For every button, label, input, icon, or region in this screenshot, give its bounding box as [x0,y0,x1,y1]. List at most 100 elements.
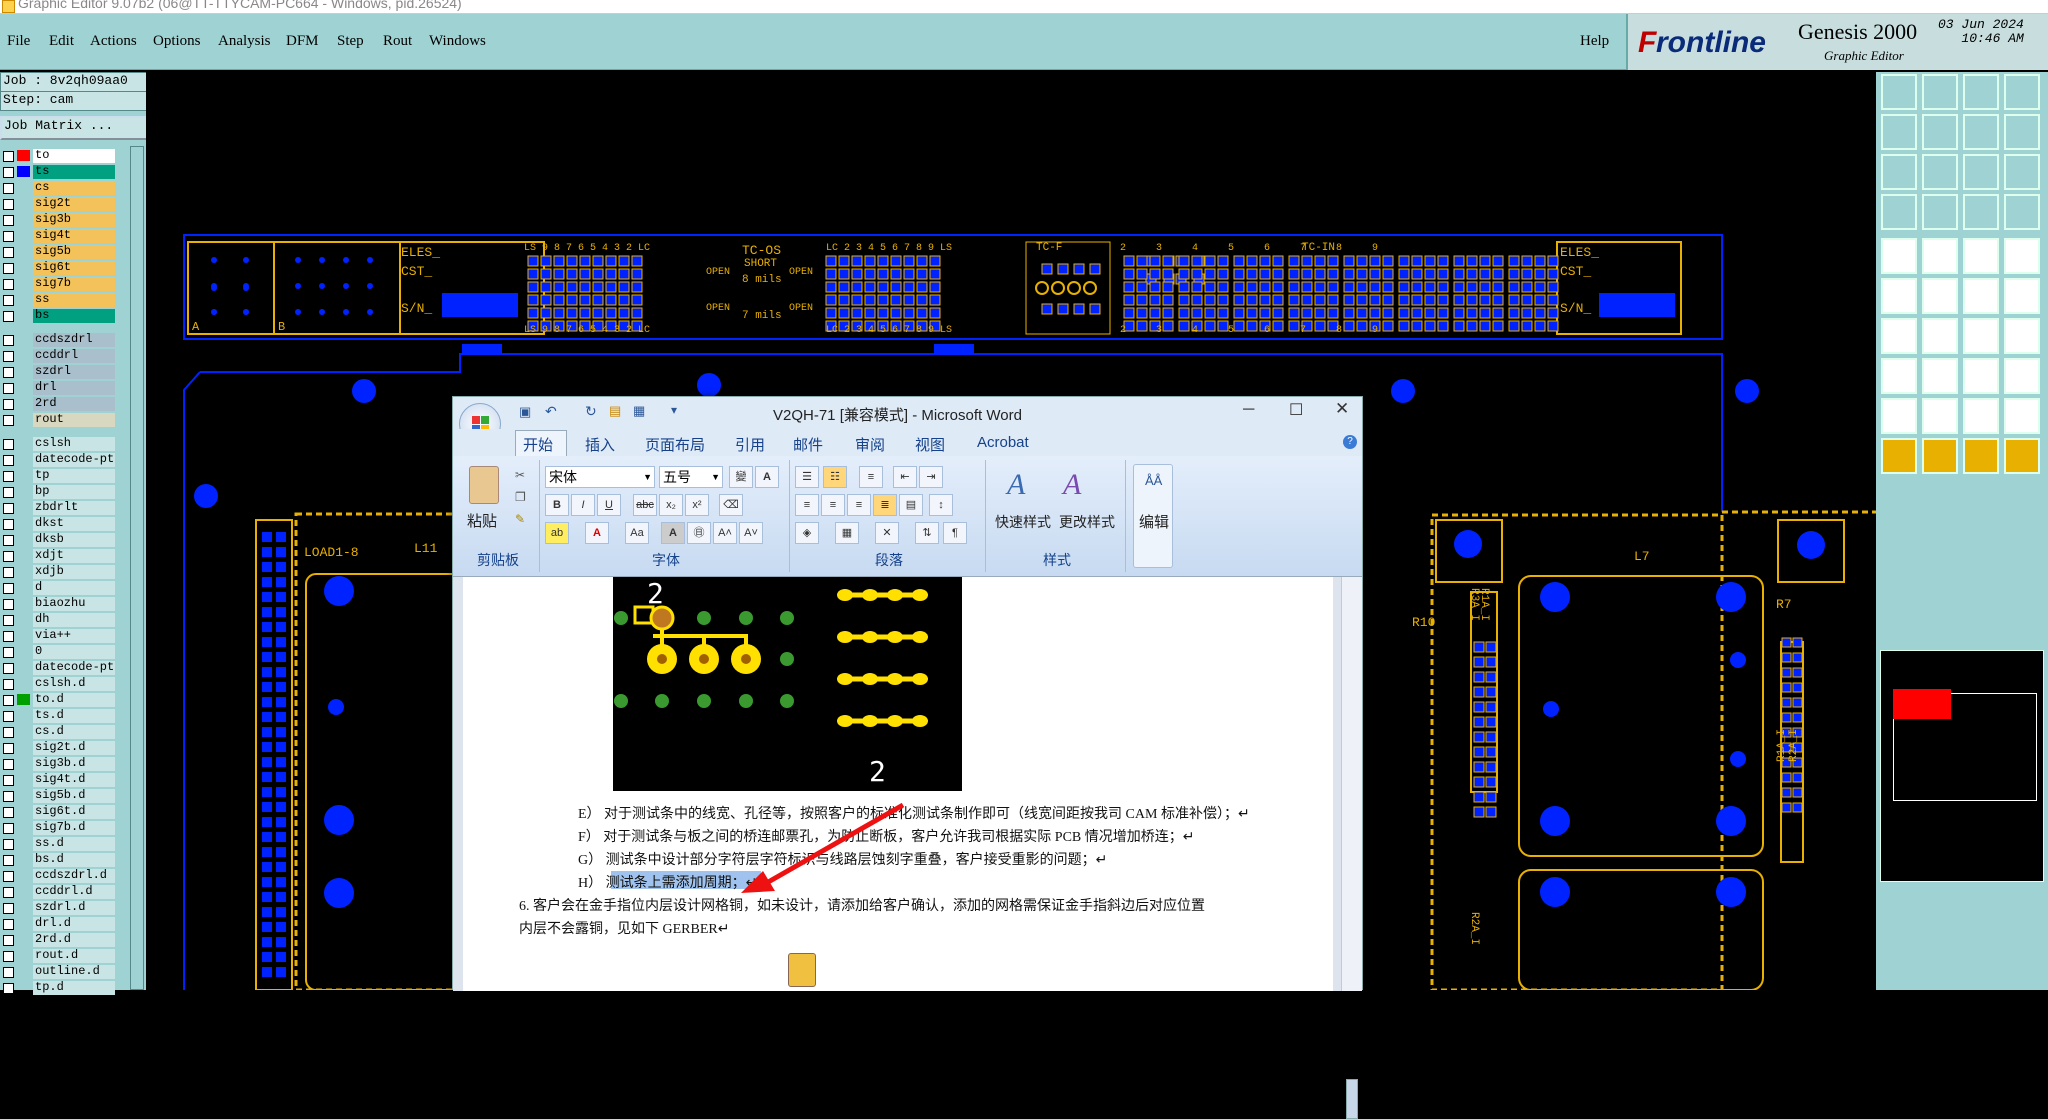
tool-button[interactable] [2004,194,2040,230]
tool-button[interactable] [1963,194,1999,230]
layer-name[interactable]: 0 [33,645,115,659]
layer-checkbox[interactable] [3,415,14,426]
tool-button[interactable] [1881,278,1917,314]
phonetic-guide-button[interactable]: 變 [729,466,753,488]
tool-button[interactable] [1881,194,1917,230]
layer-row[interactable]: 2rd [0,396,116,411]
tool-button[interactable] [1963,278,1999,314]
layer-row[interactable]: sig4t [0,228,116,243]
grow-font-button[interactable]: A˄ [713,522,737,544]
layer-checkbox[interactable] [3,151,14,162]
layer-name[interactable]: d [33,581,115,595]
font-color-button[interactable]: A [585,522,609,544]
layer-row[interactable]: ccdszdrl [0,332,116,347]
layer-row[interactable]: sig3b.d [0,756,116,771]
tool-button[interactable] [1963,74,1999,110]
layer-name[interactable]: cslsh [33,437,115,451]
overview-panel[interactable] [1880,650,2044,882]
layer-row[interactable]: ts [0,164,116,179]
layer-checkbox[interactable] [3,695,14,706]
minimize-button[interactable]: ─ [1243,401,1254,419]
layer-name[interactable]: tp [33,469,115,483]
layer-checkbox[interactable] [3,951,14,962]
layer-name[interactable]: to.d [33,693,115,707]
layer-checkbox[interactable] [3,583,14,594]
layer-checkbox[interactable] [3,615,14,626]
layer-name[interactable]: ccddrl.d [33,885,115,899]
tab-references[interactable]: 引用 [735,434,765,455]
layer-row[interactable]: outline.d [0,964,116,979]
layer-checkbox[interactable] [3,455,14,466]
layer-row[interactable]: bp [0,484,116,499]
customize-qat-icon[interactable]: ▾ [671,403,677,417]
tool-button[interactable] [1922,318,1958,354]
layer-row[interactable]: datecode-ptc [0,452,116,467]
layer-row[interactable]: ccddrl.d [0,884,116,899]
maximize-button[interactable]: ☐ [1289,400,1303,420]
tool-button[interactable] [1922,278,1958,314]
layer-name[interactable]: drl [33,381,115,395]
layer-checkbox[interactable] [3,535,14,546]
layer-row[interactable]: bs.d [0,852,116,867]
tool-button[interactable] [1922,194,1958,230]
layer-row[interactable]: sig2t.d [0,740,116,755]
close-button[interactable]: ✕ [1335,399,1349,419]
copy-icon[interactable]: ❐ [515,490,526,504]
layer-name[interactable]: sig7b.d [33,821,115,835]
layer-checkbox[interactable] [3,167,14,178]
layer-checkbox[interactable] [3,743,14,754]
tool-button[interactable] [1881,114,1917,150]
layer-name[interactable]: xdjb [33,565,115,579]
align-left-button[interactable]: ≡ [795,494,819,516]
layer-row[interactable]: d [0,580,116,595]
tool-button[interactable] [2004,398,2040,434]
layer-name[interactable]: 2rd [33,397,115,411]
layer-checkbox[interactable] [3,367,14,378]
paste-button[interactable]: 粘贴 [467,510,497,531]
layer-checkbox[interactable] [3,759,14,770]
layer-checkbox[interactable] [3,263,14,274]
tool-button[interactable] [1963,238,1999,274]
layer-checkbox[interactable] [3,983,14,994]
highlight-button[interactable]: ab [545,522,569,544]
tool-button[interactable] [1881,318,1917,354]
layer-checkbox[interactable] [3,215,14,226]
layer-name[interactable]: tp.d [33,981,115,995]
menu-dfm[interactable]: DFM [286,33,319,50]
align-center-button[interactable]: ≡ [821,494,845,516]
italic-button[interactable]: I [571,494,595,516]
redo-icon[interactable]: ↻ [585,403,597,420]
layer-row[interactable]: dh [0,612,116,627]
align-right-button[interactable]: ≡ [847,494,871,516]
font-size-select[interactable]: 五号 ▼ [659,466,723,488]
menu-edit[interactable]: Edit [49,33,74,50]
layer-row[interactable]: to [0,148,116,163]
layer-row[interactable]: xdjt [0,548,116,563]
layer-row[interactable]: zbdrlt [0,500,116,515]
layer-name[interactable]: sig3b.d [33,757,115,771]
tool-button[interactable] [1963,358,1999,394]
layer-name[interactable]: sig6t.d [33,805,115,819]
shrink-font-button[interactable]: A˅ [739,522,763,544]
subscript-button[interactable]: x₂ [659,494,683,516]
layer-row[interactable]: to.d [0,692,116,707]
cut-icon[interactable]: ✂ [515,468,525,482]
layer-checkbox[interactable] [3,383,14,394]
save-icon[interactable]: ▣ [519,404,531,420]
tab-home[interactable]: 开始 [523,434,553,455]
help-icon[interactable]: ? [1343,435,1357,449]
layer-checkbox[interactable] [3,231,14,242]
layer-checkbox[interactable] [3,967,14,978]
tool-button[interactable] [1922,238,1958,274]
layer-name[interactable]: rout [33,413,115,427]
tool-button[interactable] [1881,154,1917,190]
layer-row[interactable]: sig7b [0,276,116,291]
borders-button[interactable]: ▦ [835,522,859,544]
layer-name[interactable]: to [33,149,115,163]
embedded-object-icon[interactable] [788,953,816,987]
tool-button[interactable] [2004,358,2040,394]
tool-button[interactable] [1881,398,1917,434]
tool-button[interactable] [2004,318,2040,354]
asian-layout-button[interactable]: ✕ [875,522,899,544]
layer-checkbox[interactable] [3,631,14,642]
